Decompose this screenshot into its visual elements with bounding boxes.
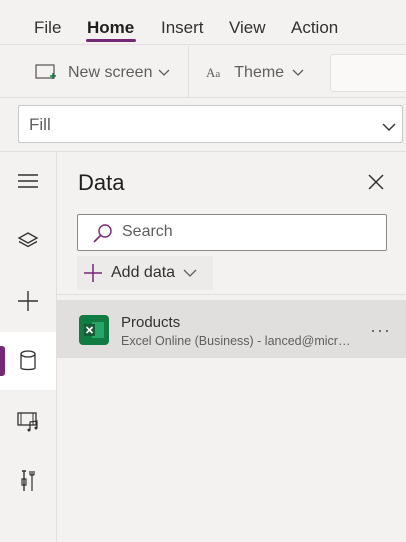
left-nav-rail [0, 152, 57, 542]
rail-menu-button[interactable] [0, 152, 56, 210]
data-source-description: Excel Online (Business) - lanced@micro..… [121, 334, 351, 348]
more-options-icon[interactable]: ··· [370, 320, 391, 341]
search-input[interactable] [122, 223, 372, 241]
plus-icon [83, 263, 103, 283]
toolbar-divider [188, 46, 189, 98]
data-source-name: Products [121, 314, 181, 331]
menu-insert[interactable]: Insert [161, 18, 204, 38]
chevron-down-icon [158, 69, 170, 77]
data-source-row[interactable]: Products Excel Online (Business) - lance… [57, 300, 406, 358]
theme-icon: Aa [206, 65, 221, 80]
close-icon [367, 173, 385, 191]
new-screen-button[interactable]: New screen [34, 60, 170, 86]
chevron-down-icon [183, 269, 197, 278]
menu-home[interactable]: Home [87, 18, 134, 38]
theme-label: Theme [234, 64, 285, 81]
chevron-down-icon [382, 117, 396, 137]
rail-data-button[interactable] [0, 332, 56, 390]
menu-view[interactable]: View [229, 18, 266, 38]
plus-icon [17, 290, 39, 312]
layers-icon [17, 231, 39, 251]
excel-icon [79, 315, 109, 345]
tools-icon [19, 469, 37, 493]
rail-tree-view-button[interactable] [0, 212, 56, 270]
ribbon-toolbar: New screen Aa Theme [0, 46, 406, 98]
media-icon [16, 410, 40, 432]
add-data-label: Add data [111, 264, 176, 281]
rail-media-button[interactable] [0, 392, 56, 450]
new-screen-icon [34, 63, 58, 83]
panel-divider [57, 294, 406, 295]
panel-title: Data [78, 170, 125, 195]
chevron-down-icon [292, 69, 304, 77]
close-panel-button[interactable] [364, 170, 388, 194]
new-screen-label: New screen [68, 64, 153, 81]
toolbar-overflow-control[interactable] [330, 54, 406, 92]
active-rail-indicator [0, 346, 5, 376]
rail-tools-button[interactable] [0, 452, 56, 510]
data-panel: Data Add data P [57, 152, 406, 542]
search-icon [92, 223, 114, 248]
property-value: Fill [29, 115, 51, 134]
menu-file[interactable]: File [34, 18, 61, 38]
hamburger-menu-icon [17, 173, 39, 189]
menu-action[interactable]: Action [291, 18, 338, 38]
add-data-button[interactable]: Add data [77, 256, 213, 290]
database-icon [19, 350, 37, 372]
theme-button[interactable]: Aa Theme [206, 60, 304, 86]
rail-insert-button[interactable] [0, 272, 56, 330]
menu-bar: File Home Insert View Action [0, 0, 406, 45]
active-tab-underline [86, 39, 136, 42]
search-field[interactable] [77, 214, 387, 251]
formula-bar: Fill [0, 98, 406, 152]
property-dropdown[interactable]: Fill [18, 105, 403, 143]
